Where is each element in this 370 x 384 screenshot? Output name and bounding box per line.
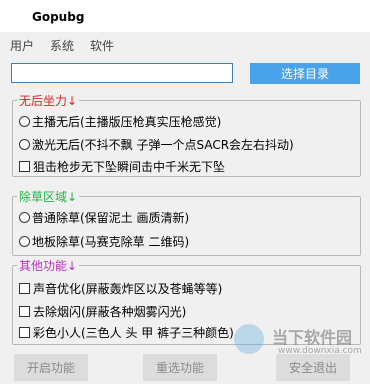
checkbox[interactable] [19,305,30,317]
other-option-sound[interactable]: 声音优化(屏蔽轰炸区以及苍蝇等等) [19,279,222,297]
menu-software[interactable]: 软件 [90,37,114,54]
recoil-group-label: 无后坐力↓ [17,92,80,109]
menu-system[interactable]: 系统 [50,37,74,54]
start-function-button[interactable]: 开启功能 [14,354,88,381]
option-label: 去除烟闪(屏蔽各种烟雾闪光) [33,304,187,319]
other-group-label: 其他功能↓ [17,257,80,274]
select-directory-button[interactable]: 选择目录 [250,63,360,84]
radio-button[interactable] [19,211,30,223]
option-label: 狙击枪步无下坠瞬间击中千米无下坠 [33,159,226,174]
recoil-option-sniper-drop[interactable]: 狙击枪步无下坠瞬间击中千米无下坠 [19,157,225,175]
option-label: 激光无后(不抖不飘 子弹一个点SACR会左右抖动) [32,137,294,152]
grass-option-floor[interactable]: 地板除草(马赛克除草 二维码) [19,232,189,250]
option-label: 地板除草(马赛克除草 二维码) [32,234,190,249]
checkbox[interactable] [19,282,30,294]
radio-button[interactable] [19,138,30,150]
checkbox[interactable] [19,160,30,172]
grass-group: 除草区域↓ 普通除草(保留泥土 画质清新) 地板除草(马赛克除草 二维码) [12,188,361,256]
recoil-option-laser[interactable]: 激光无后(不抖不飘 子弹一个点SACR会左右抖动) [19,135,294,153]
grass-option-normal[interactable]: 普通除草(保留泥土 画质清新) [19,208,189,226]
other-option-smoke[interactable]: 去除烟闪(屏蔽各种烟雾闪光) [19,302,186,320]
grass-group-label: 除草区域↓ [17,188,80,205]
option-label: 声音优化(屏蔽轰炸区以及苍蝇等等) [33,281,223,296]
menu-bar: 用户 系统 软件 [0,32,370,58]
title-bar: Gopubg [0,0,370,32]
recoil-group: 无后坐力↓ 主播无后(主播版压枪真实压枪感觉) 激光无后(不抖不飘 子弹一个点S… [12,92,361,177]
other-group: 其他功能↓ 声音优化(屏蔽轰炸区以及苍蝇等等) 去除烟闪(屏蔽各种烟雾闪光) 彩… [12,257,361,345]
directory-path-input[interactable] [11,63,233,83]
option-label: 彩色小人(三色人 头 甲 裤子三种颜色) [33,325,234,340]
recoil-option-streamer[interactable]: 主播无后(主播版压枪真实压枪感觉) [19,112,221,130]
safe-exit-button[interactable]: 安全退出 [276,354,350,381]
window-title: Gopubg [32,10,85,24]
option-label: 普通除草(保留泥土 画质清新) [32,210,190,225]
radio-button[interactable] [19,115,30,127]
radio-button[interactable] [19,235,30,247]
option-label: 主播无后(主播版压枪真实压枪感觉) [32,114,222,129]
menu-user[interactable]: 用户 [10,37,34,54]
checkbox[interactable] [19,326,30,338]
reselect-function-button[interactable]: 重选功能 [143,354,217,381]
other-option-color-people[interactable]: 彩色小人(三色人 头 甲 裤子三种颜色) [19,323,234,341]
